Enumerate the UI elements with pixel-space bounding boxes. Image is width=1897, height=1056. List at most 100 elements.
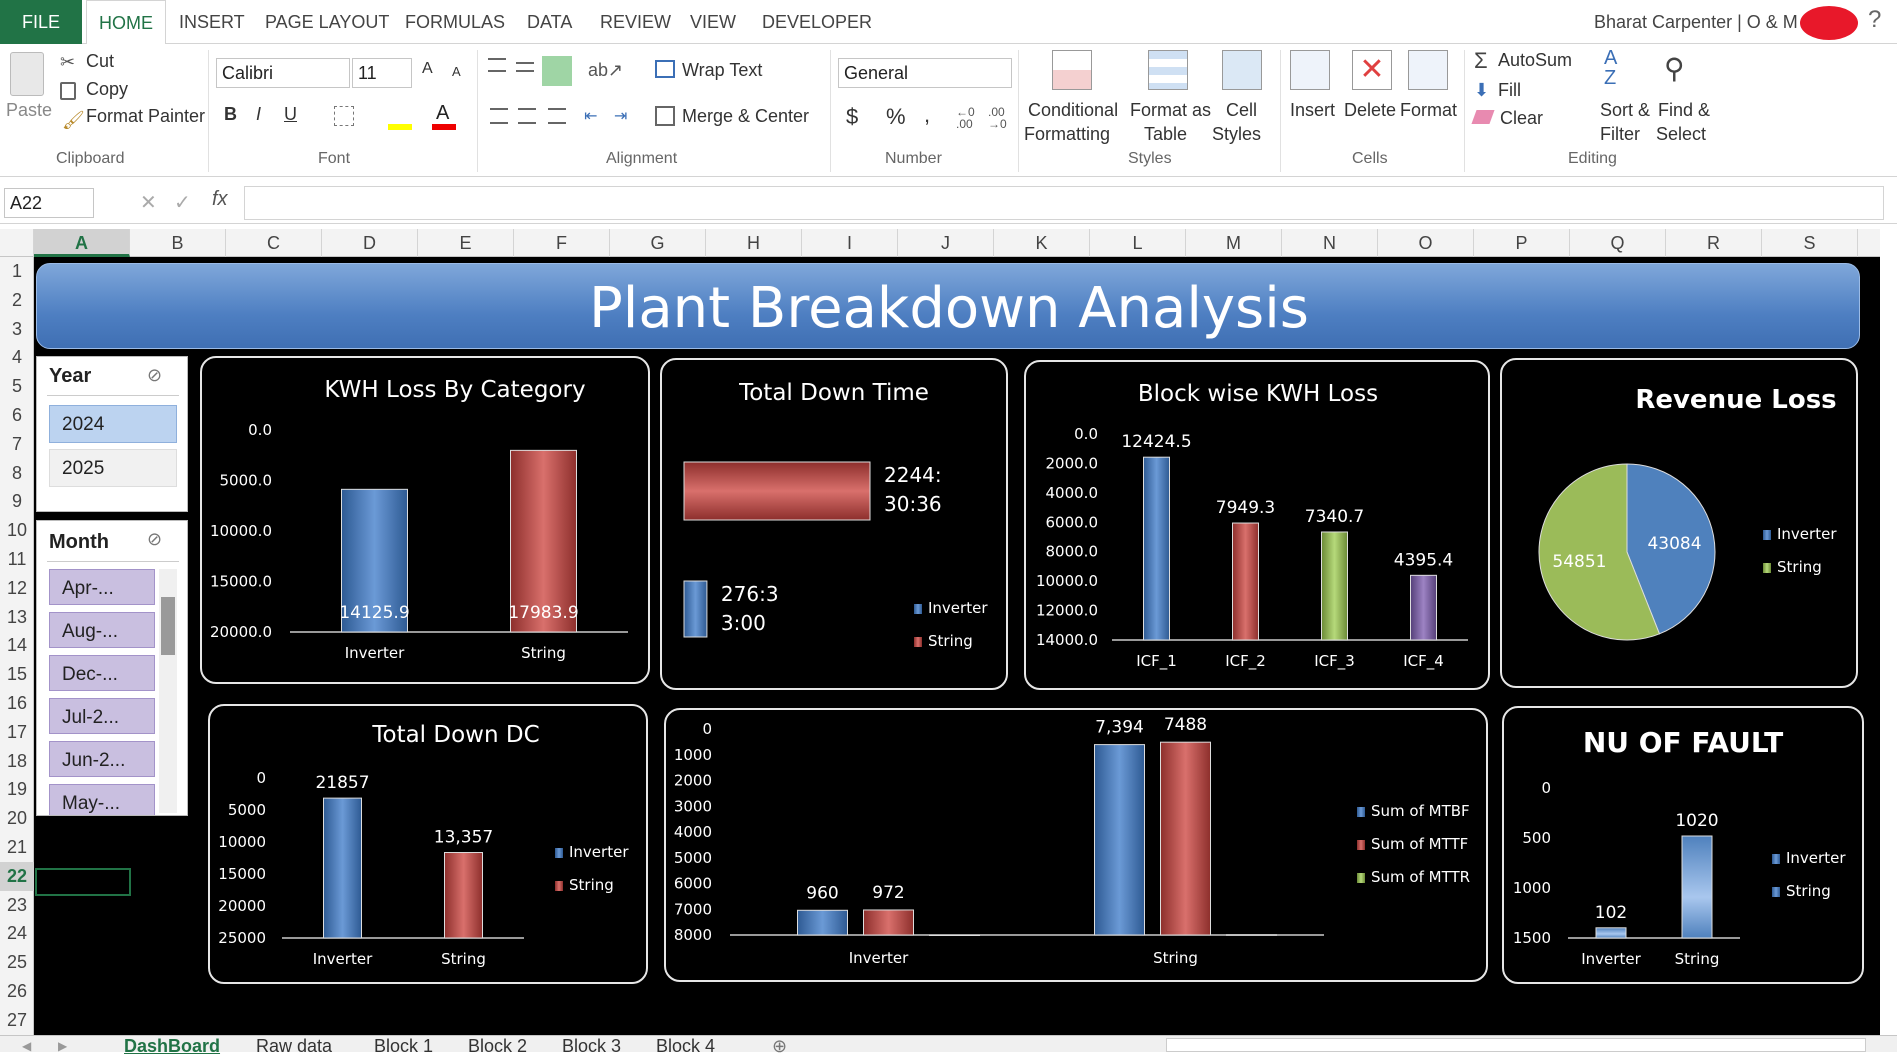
bar-sum-of-mttr	[929, 934, 980, 936]
legend-swatch	[1357, 840, 1365, 850]
y-tick-label: 14000.0	[1036, 631, 1098, 649]
legend-label: Sum of MTTF	[1371, 835, 1468, 853]
bar-icf-2	[1232, 522, 1259, 641]
data-label: 972	[872, 883, 904, 903]
legend-swatch	[1763, 530, 1771, 540]
data-label: 14125.9	[339, 603, 409, 623]
y-tick-label: 3000	[674, 797, 712, 815]
y-tick-label: 20000	[218, 897, 266, 915]
legend-swatch	[914, 604, 922, 614]
legend-swatch	[555, 881, 563, 891]
x-tick-label: ICF_1	[1136, 652, 1177, 671]
y-tick-label: 2000	[674, 772, 712, 790]
y-tick-label: 15000	[218, 865, 266, 883]
data-label: 13,357	[434, 828, 493, 848]
bar-inverter	[683, 580, 708, 638]
x-tick-label: String	[521, 644, 566, 662]
horizontal-scrollbar[interactable]	[1166, 1038, 1866, 1052]
sheet-tab[interactable]: DashBoard	[124, 1036, 220, 1056]
y-tick-label: 0.0	[1074, 425, 1098, 443]
x-tick-label: Inverter	[345, 644, 405, 662]
y-tick-label: 500	[1522, 829, 1551, 847]
bar-string	[1681, 835, 1713, 939]
sheet-tab[interactable]: Raw data	[256, 1036, 332, 1056]
x-tick-label: ICF_4	[1403, 652, 1444, 671]
x-tick-label: Inverter	[313, 950, 373, 968]
scroll-right-icon[interactable]: ▶	[58, 1036, 67, 1056]
legend-label: Inverter	[1786, 849, 1846, 867]
data-label: 1020	[1675, 811, 1718, 831]
bar-string	[683, 461, 871, 521]
chart-title: KWH Loss By Category	[324, 377, 585, 403]
legend-swatch	[1357, 873, 1365, 883]
y-tick-label: 5000	[674, 849, 712, 867]
legend-swatch	[1772, 854, 1780, 864]
y-tick-label: 8000.0	[1046, 543, 1099, 561]
data-label: 960	[806, 883, 838, 903]
data-label: 7488	[1164, 715, 1207, 735]
legend-swatch	[555, 848, 563, 858]
y-tick-label: 15000.0	[210, 573, 272, 591]
chart-title: NU OF FAULT	[1583, 726, 1783, 759]
sheet-tabs-bar: ◀ ▶ DashBoard Raw data Block 1 Block 2 Block 3…	[0, 1035, 1897, 1056]
bar-string	[444, 852, 483, 939]
data-label: 54851	[1552, 552, 1606, 572]
legend-swatch	[1763, 563, 1771, 573]
y-tick-label: 0	[702, 720, 712, 738]
data-label: 43084	[1647, 534, 1701, 554]
y-tick-label: 1500	[1513, 929, 1551, 947]
new-sheet-icon[interactable]: ⊕	[772, 1036, 787, 1056]
bar-icf-1	[1143, 456, 1170, 641]
data-label: 12424.5	[1121, 432, 1191, 452]
legend-label: String	[1786, 882, 1831, 900]
y-tick-label: 10000	[218, 833, 266, 851]
sheet-tab[interactable]: Block 2	[468, 1036, 527, 1056]
legend-label: String	[1777, 558, 1822, 576]
data-label: 4395.4	[1394, 550, 1453, 570]
sheet-tab[interactable]: Block 1	[374, 1036, 433, 1056]
y-tick-label: 4000.0	[1046, 484, 1099, 502]
chart-title: Total Down DC	[371, 722, 539, 748]
sheet-tab[interactable]: Block 3	[562, 1036, 621, 1056]
legend-label: Inverter	[1777, 525, 1837, 543]
y-tick-label: 12000.0	[1036, 602, 1098, 620]
x-tick-label: Inverter	[849, 949, 909, 967]
bar-sum-of-mttf	[1160, 741, 1211, 936]
x-tick-label: String	[1153, 949, 1198, 967]
scroll-left-icon[interactable]: ◀	[22, 1036, 31, 1056]
legend-swatch	[1357, 807, 1365, 817]
y-tick-label: 6000.0	[1046, 513, 1099, 531]
sheet-tab[interactable]: Block 4	[656, 1036, 715, 1056]
y-tick-label: 1000	[674, 746, 712, 764]
y-tick-label: 0.0	[248, 421, 272, 439]
data-label: 3:00	[721, 611, 766, 635]
y-tick-label: 10000.0	[210, 522, 272, 540]
charts-layer: KWH Loss By Category20000.015000.010000.…	[210, 377, 1846, 968]
legend-label: String	[928, 632, 973, 650]
legend-label: Sum of MTTR	[1371, 868, 1470, 886]
chart-title: Total Down Time	[738, 380, 929, 406]
bar-sum-of-mtbf	[797, 909, 848, 936]
bar-inverter	[323, 797, 362, 939]
bar-sum-of-mttr	[1226, 934, 1277, 936]
y-tick-label: 10000.0	[1036, 572, 1098, 590]
bar-sum-of-mttf	[863, 909, 914, 936]
y-tick-label: 20000.0	[210, 623, 272, 641]
x-tick-label: ICF_2	[1225, 652, 1266, 671]
y-tick-label: 6000	[674, 875, 712, 893]
y-tick-label: 4000	[674, 823, 712, 841]
data-label: 2244:	[884, 463, 942, 487]
legend-swatch	[914, 637, 922, 647]
data-label: 17983.9	[508, 603, 578, 623]
legend-label: Sum of MTBF	[1371, 802, 1470, 820]
data-label: 21857	[315, 773, 369, 793]
y-tick-label: 8000	[674, 926, 712, 944]
data-label: 7,394	[1095, 718, 1144, 738]
y-tick-label: 5000.0	[220, 472, 273, 490]
x-tick-label: Inverter	[1581, 950, 1641, 968]
bar-sum-of-mtbf	[1094, 744, 1145, 936]
chart-title: Revenue Loss	[1635, 385, 1836, 415]
x-tick-label: String	[441, 950, 486, 968]
y-tick-label: 25000	[218, 929, 266, 947]
legend-label: String	[569, 876, 614, 894]
